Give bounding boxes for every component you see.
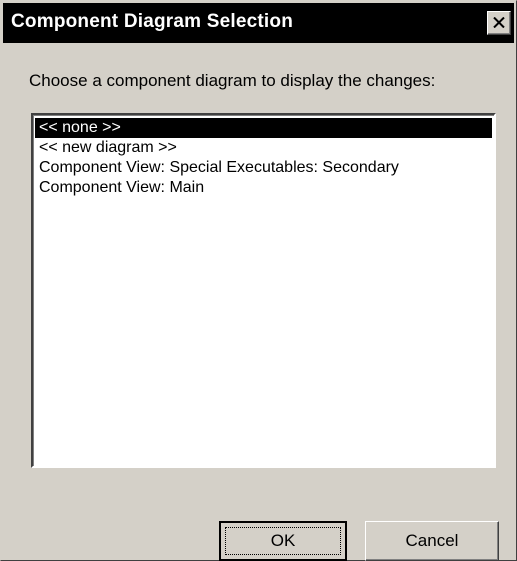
close-icon [493,17,505,28]
prompt-label: Choose a component diagram to display th… [29,71,436,90]
list-item-main[interactable]: Component View: Main [35,178,492,198]
close-button[interactable] [487,11,511,35]
list-item-none[interactable]: << none >> [35,118,492,138]
dialog-title: Component Diagram Selection [11,11,293,32]
list-item-new-diagram[interactable]: << new diagram >> [35,138,492,158]
cancel-button-label: Cancel [405,531,459,550]
list-item-special-executables-secondary[interactable]: Component View: Special Executables: Sec… [35,158,492,178]
component-diagram-dialog: Component Diagram Selection Choose a com… [0,0,517,561]
diagram-listbox[interactable]: << none >> << new diagram >> Component V… [31,113,496,468]
ok-button[interactable]: OK [219,521,347,561]
cancel-button[interactable]: Cancel [365,521,499,561]
title-bar[interactable]: Component Diagram Selection [3,3,514,43]
diagram-list: << none >> << new diagram >> Component V… [35,118,492,198]
ok-button-label: OK [270,531,296,550]
